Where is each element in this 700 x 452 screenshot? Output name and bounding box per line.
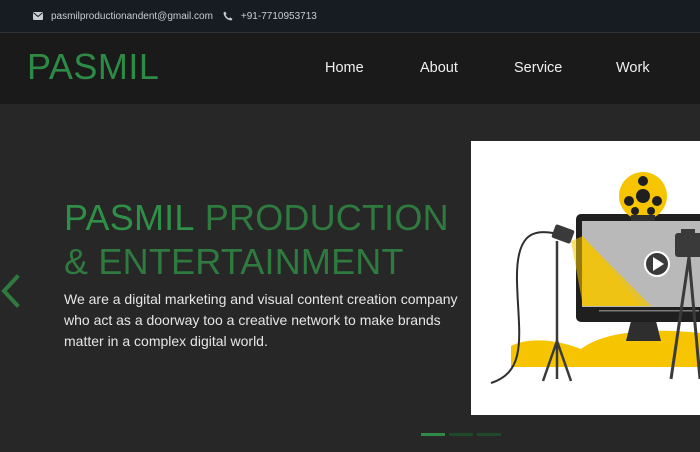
film-projector-illustration	[471, 141, 700, 415]
phone-contact[interactable]: +91-7710953713	[223, 11, 317, 22]
headline-line1: PRODUCTION	[194, 197, 449, 238]
nav-service[interactable]: Service	[514, 60, 562, 76]
hero-slider: PASMIL PRODUCTION & ENTERTAINMENT We are…	[0, 104, 700, 452]
nav-home[interactable]: Home	[325, 60, 364, 76]
nav-about[interactable]: About	[420, 60, 458, 76]
phone-text: +91-7710953713	[240, 10, 317, 22]
topbar: pasmilproductionandent@gmail.com +91-771…	[0, 0, 700, 32]
headline-brand: PASMIL	[64, 197, 195, 238]
hero-description: We are a digital marketing and visual co…	[64, 291, 458, 349]
nav-work[interactable]: Work	[616, 60, 650, 76]
illustration-svg	[490, 172, 700, 384]
email-contact[interactable]: pasmilproductionandent@gmail.com	[33, 11, 213, 22]
carousel-dot-2[interactable]	[449, 433, 473, 436]
email-text: pasmilproductionandent@gmail.com	[51, 10, 213, 22]
envelope-icon	[33, 12, 43, 20]
headline-line2: & ENTERTAINMENT	[64, 241, 404, 282]
hero-headline: PASMIL PRODUCTION & ENTERTAINMENT	[64, 196, 449, 284]
phone-icon	[223, 11, 233, 21]
navbar: PASMIL Home About Service Work	[0, 32, 700, 104]
carousel-dot-1[interactable]	[421, 433, 445, 436]
chevron-left-icon[interactable]	[0, 274, 22, 308]
site-logo[interactable]: PASMIL	[27, 46, 159, 88]
carousel-indicators	[421, 433, 505, 436]
carousel-dot-3[interactable]	[477, 433, 501, 436]
